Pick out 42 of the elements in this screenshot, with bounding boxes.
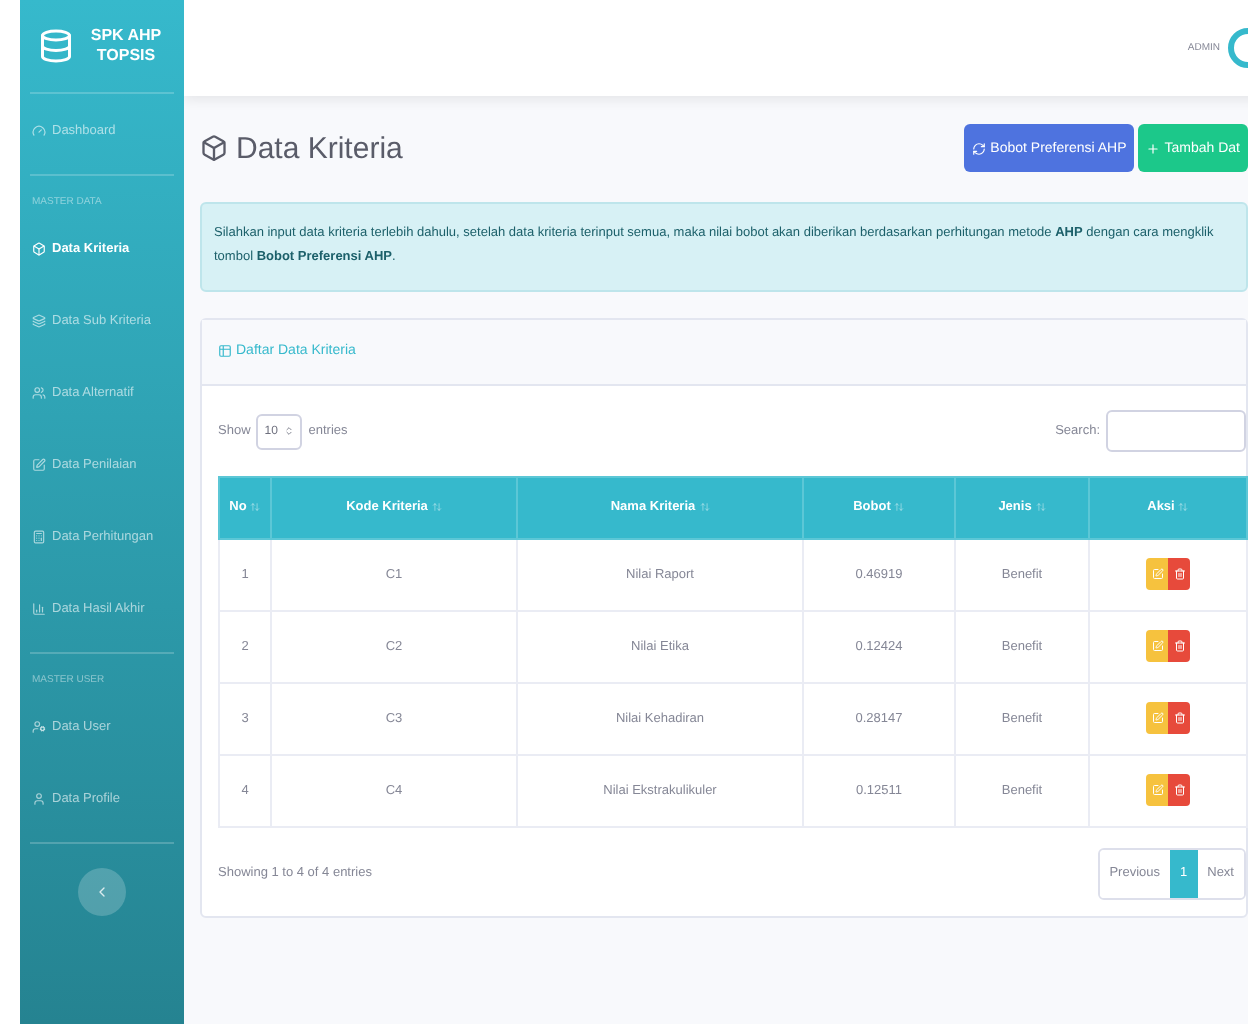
brand-name: SPK AHP TOPSIS <box>88 25 164 67</box>
refresh-icon <box>972 141 987 155</box>
delete-button[interactable] <box>1168 702 1190 735</box>
collapse-button[interactable] <box>78 868 126 916</box>
trash-icon <box>1173 640 1185 653</box>
trash-icon <box>1173 568 1185 581</box>
sort-icon <box>250 502 261 513</box>
table-icon <box>218 344 232 359</box>
users-icon <box>32 385 46 399</box>
edit-icon <box>1151 784 1163 797</box>
calculator-icon <box>32 529 46 543</box>
trash-icon <box>1173 712 1185 725</box>
gauge-icon <box>32 123 46 137</box>
edit-button[interactable] <box>1146 558 1168 591</box>
delete-button[interactable] <box>1168 558 1190 591</box>
edit-icon <box>1151 640 1163 653</box>
sort-icon <box>1178 502 1189 513</box>
layers-icon <box>32 313 46 327</box>
edit-button[interactable] <box>1146 630 1168 663</box>
user-gear-icon <box>32 719 46 733</box>
cube-icon <box>200 134 228 162</box>
search-field[interactable] <box>1106 410 1246 453</box>
chevrons-icon <box>284 426 295 437</box>
delete-button[interactable] <box>1168 630 1190 663</box>
page-title: Data Kriteria <box>236 131 403 165</box>
sort-icon <box>894 502 905 513</box>
sort-icon <box>431 502 442 513</box>
edit-button[interactable] <box>1146 774 1168 807</box>
database-icon <box>38 28 74 64</box>
cube-icon <box>32 241 46 255</box>
plus-icon <box>1146 141 1161 155</box>
edit-icon <box>32 457 46 471</box>
edit-button[interactable] <box>1146 702 1168 735</box>
delete-button[interactable] <box>1168 774 1190 807</box>
chevron-left-icon <box>94 884 110 900</box>
edit-icon <box>1151 712 1163 725</box>
trash-icon <box>1173 784 1185 797</box>
user-icon <box>32 791 46 805</box>
bar-chart-icon <box>32 601 46 615</box>
sort-icon <box>699 502 710 513</box>
sort-icon <box>1035 502 1046 513</box>
edit-icon <box>1151 568 1163 581</box>
